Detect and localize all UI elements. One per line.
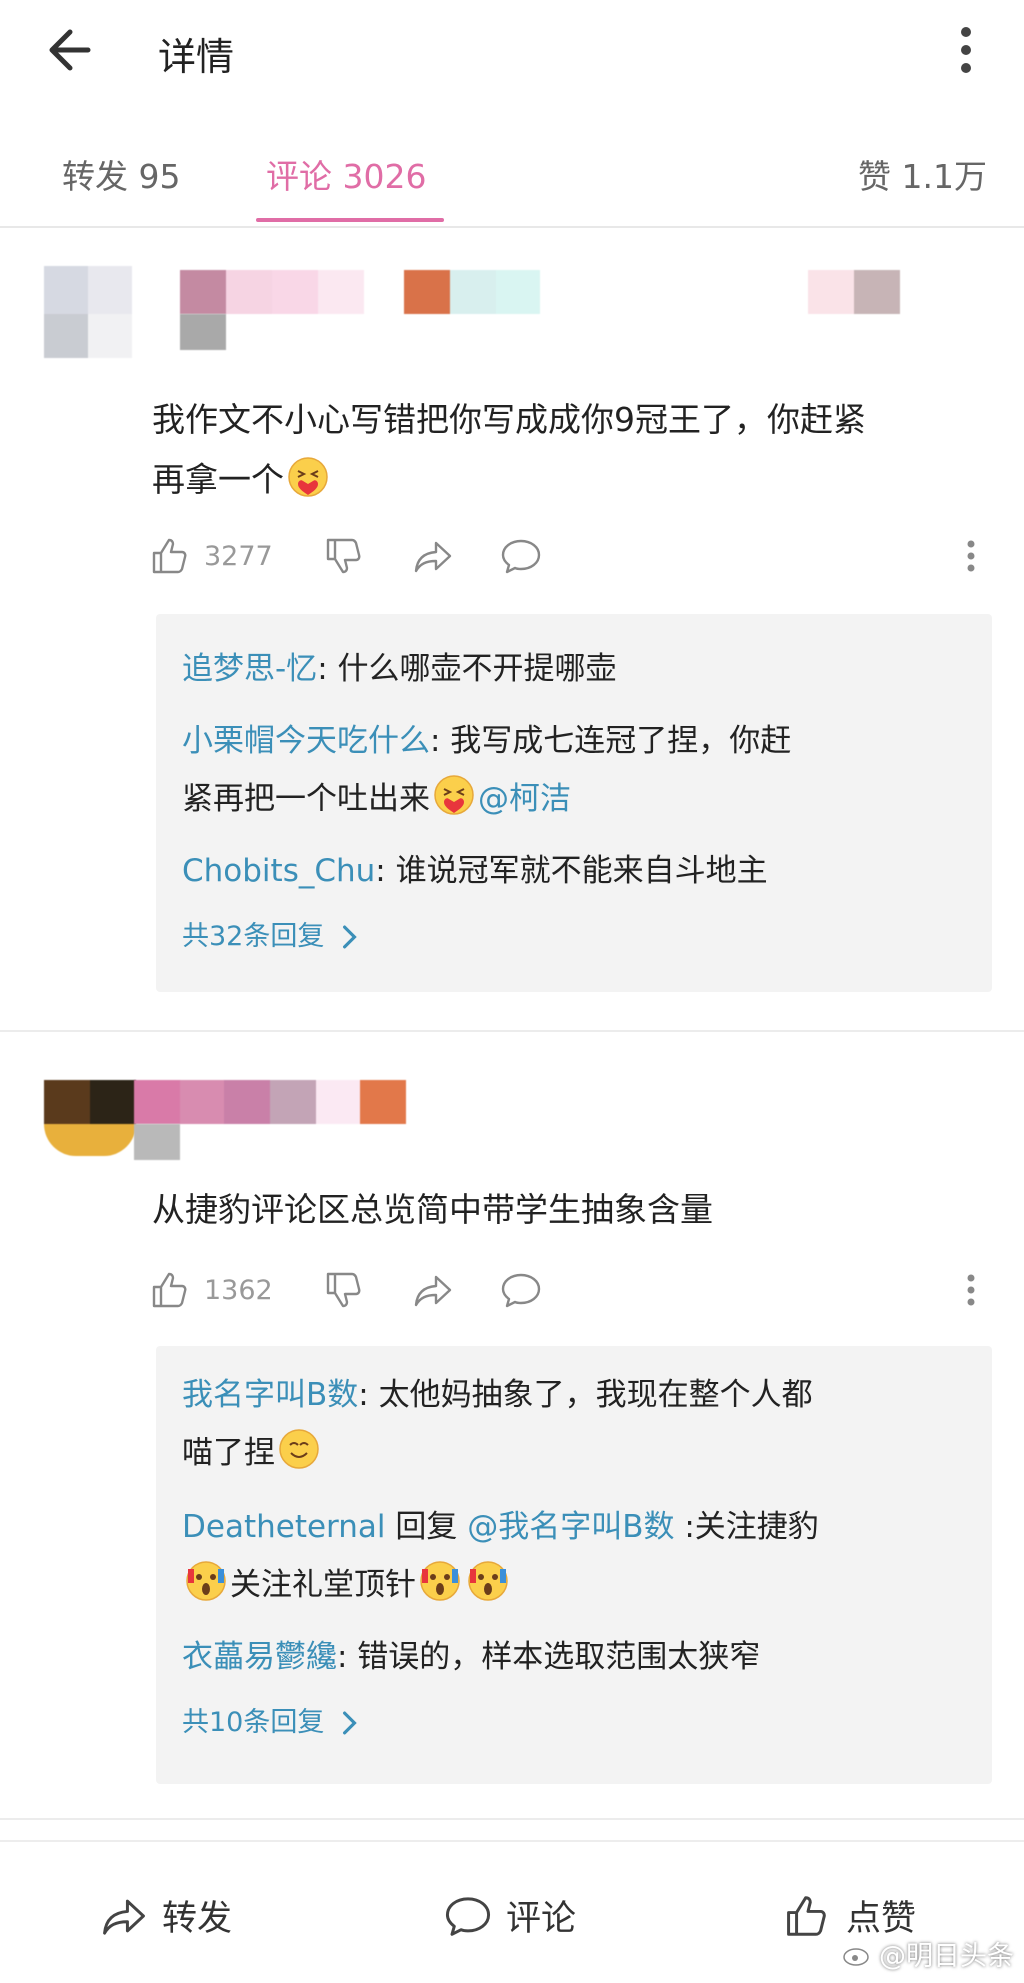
reply-item: Chobits_Chu: 谁说冠军就不能来自斗地主	[182, 853, 768, 889]
comment-bubble-icon	[445, 1896, 491, 1936]
share-arrow-icon	[103, 1899, 145, 1935]
comment-actions: 1362	[150, 1260, 990, 1320]
comment-bubble-icon	[501, 1273, 541, 1308]
badge-censored	[808, 270, 900, 314]
back-arrow-icon[interactable]	[44, 22, 104, 78]
comment-more-icon[interactable]	[950, 1260, 992, 1320]
divider	[0, 1030, 1024, 1032]
thumbs-up-icon	[152, 538, 187, 574]
tab-bar: 转发 95 评论 3026 赞 1.1万	[0, 130, 1024, 228]
thumbs-up-icon	[787, 1895, 826, 1936]
reply-box[interactable]: 追梦思-忆: 什么哪壶不开提哪壶 小栗帽今天吃什么: 我写成七连冠了捏，你赶 紧…	[156, 614, 992, 992]
chevron-right-icon	[342, 925, 357, 949]
mention-link[interactable]: @柯洁	[478, 781, 571, 817]
reply-item: 小栗帽今天吃什么: 我写成七连冠了捏，你赶 紧再把一个吐出来 @柯洁	[182, 723, 792, 817]
reply-username[interactable]: Deatheternal	[182, 1509, 386, 1545]
dislike-button[interactable]	[324, 526, 366, 586]
view-all-replies-link[interactable]: 共10条回复	[182, 1700, 359, 1739]
view-all-replies-link[interactable]: 共32条回复	[182, 914, 359, 953]
chevron-right-icon	[342, 1711, 357, 1735]
reply-username[interactable]: 衣藟易鬱纔	[182, 1639, 337, 1675]
reply-username[interactable]: 追梦思-忆	[182, 651, 317, 687]
reply-item: Deatheternal 回复 @我名字叫B数 :关注捷豹 关注礼堂顶针	[182, 1509, 819, 1603]
reply-username[interactable]: 小栗帽今天吃什么	[182, 723, 430, 759]
like-button[interactable]: 3277	[150, 526, 273, 586]
reply-item: 衣藟易鬱纔: 错误的，样本选取范围太狭窄	[182, 1639, 761, 1675]
comment-actions: 3277	[150, 526, 990, 586]
reply-item: 我名字叫B数: 太他妈抽象了，我现在整个人都 喵了捏	[182, 1377, 813, 1471]
shocked-face-emoji-icon	[466, 1559, 510, 1603]
tab-likes[interactable]: 赞 1.1万	[858, 150, 987, 198]
tab-comments[interactable]: 评论 3026	[266, 150, 426, 198]
like-count: 1362	[204, 1274, 273, 1306]
comment-bubble-icon	[501, 539, 541, 574]
mention-link[interactable]: @我名字叫B数	[467, 1509, 674, 1545]
hugging-face-emoji-icon	[277, 1427, 321, 1471]
username-censored[interactable]	[134, 1080, 406, 1124]
reply-button[interactable]	[500, 1260, 542, 1320]
timestamp-censored	[180, 314, 226, 350]
username-censored[interactable]	[180, 270, 540, 314]
thumbs-down-icon	[326, 538, 361, 574]
dislike-button[interactable]	[324, 1260, 366, 1320]
tab-active-indicator	[256, 218, 444, 222]
reply-username[interactable]: 我名字叫B数	[182, 1377, 358, 1413]
reply-button[interactable]	[500, 526, 542, 586]
hug-heart-emoji-icon	[432, 773, 476, 817]
divider	[0, 1818, 1024, 1820]
avatar[interactable]	[44, 1080, 142, 1176]
reply-username[interactable]: Chobits_Chu	[182, 853, 375, 889]
comment-more-icon[interactable]	[950, 526, 992, 586]
timestamp-censored	[134, 1124, 180, 1160]
share-button[interactable]	[412, 1260, 454, 1320]
comment-text: 我作文不小心写错把你写成成你9冠王了，你赶紧 再拿一个	[152, 400, 866, 499]
comment-button[interactable]: 评论	[444, 1890, 576, 1941]
reply-box[interactable]: 我名字叫B数: 太他妈抽象了，我现在整个人都 喵了捏 Deatheternal …	[156, 1346, 992, 1784]
shocked-face-emoji-icon	[418, 1559, 462, 1603]
reply-item: 追梦思-忆: 什么哪壶不开提哪壶	[182, 651, 617, 687]
comment-text: 从捷豹评论区总览简中带学生抽象含量	[152, 1190, 713, 1229]
thumbs-up-icon	[152, 1272, 187, 1308]
share-button[interactable]	[412, 526, 454, 586]
watermark: @明日头条	[843, 1934, 1014, 1973]
hug-heart-emoji-icon	[286, 455, 330, 499]
top-bar: 详情	[0, 0, 1024, 100]
thumbs-down-icon	[326, 1272, 361, 1308]
weibo-logo-icon	[843, 1947, 869, 1966]
page-title: 详情	[158, 35, 235, 79]
repost-button[interactable]: 转发	[100, 1890, 232, 1941]
shocked-face-emoji-icon	[184, 1559, 228, 1603]
like-count: 3277	[204, 540, 273, 572]
more-options-icon[interactable]	[938, 22, 994, 78]
share-arrow-icon	[414, 1275, 452, 1307]
like-button[interactable]: 1362	[150, 1260, 273, 1320]
avatar[interactable]	[44, 266, 142, 362]
share-arrow-icon	[414, 541, 452, 573]
tab-repost[interactable]: 转发 95	[62, 150, 180, 198]
